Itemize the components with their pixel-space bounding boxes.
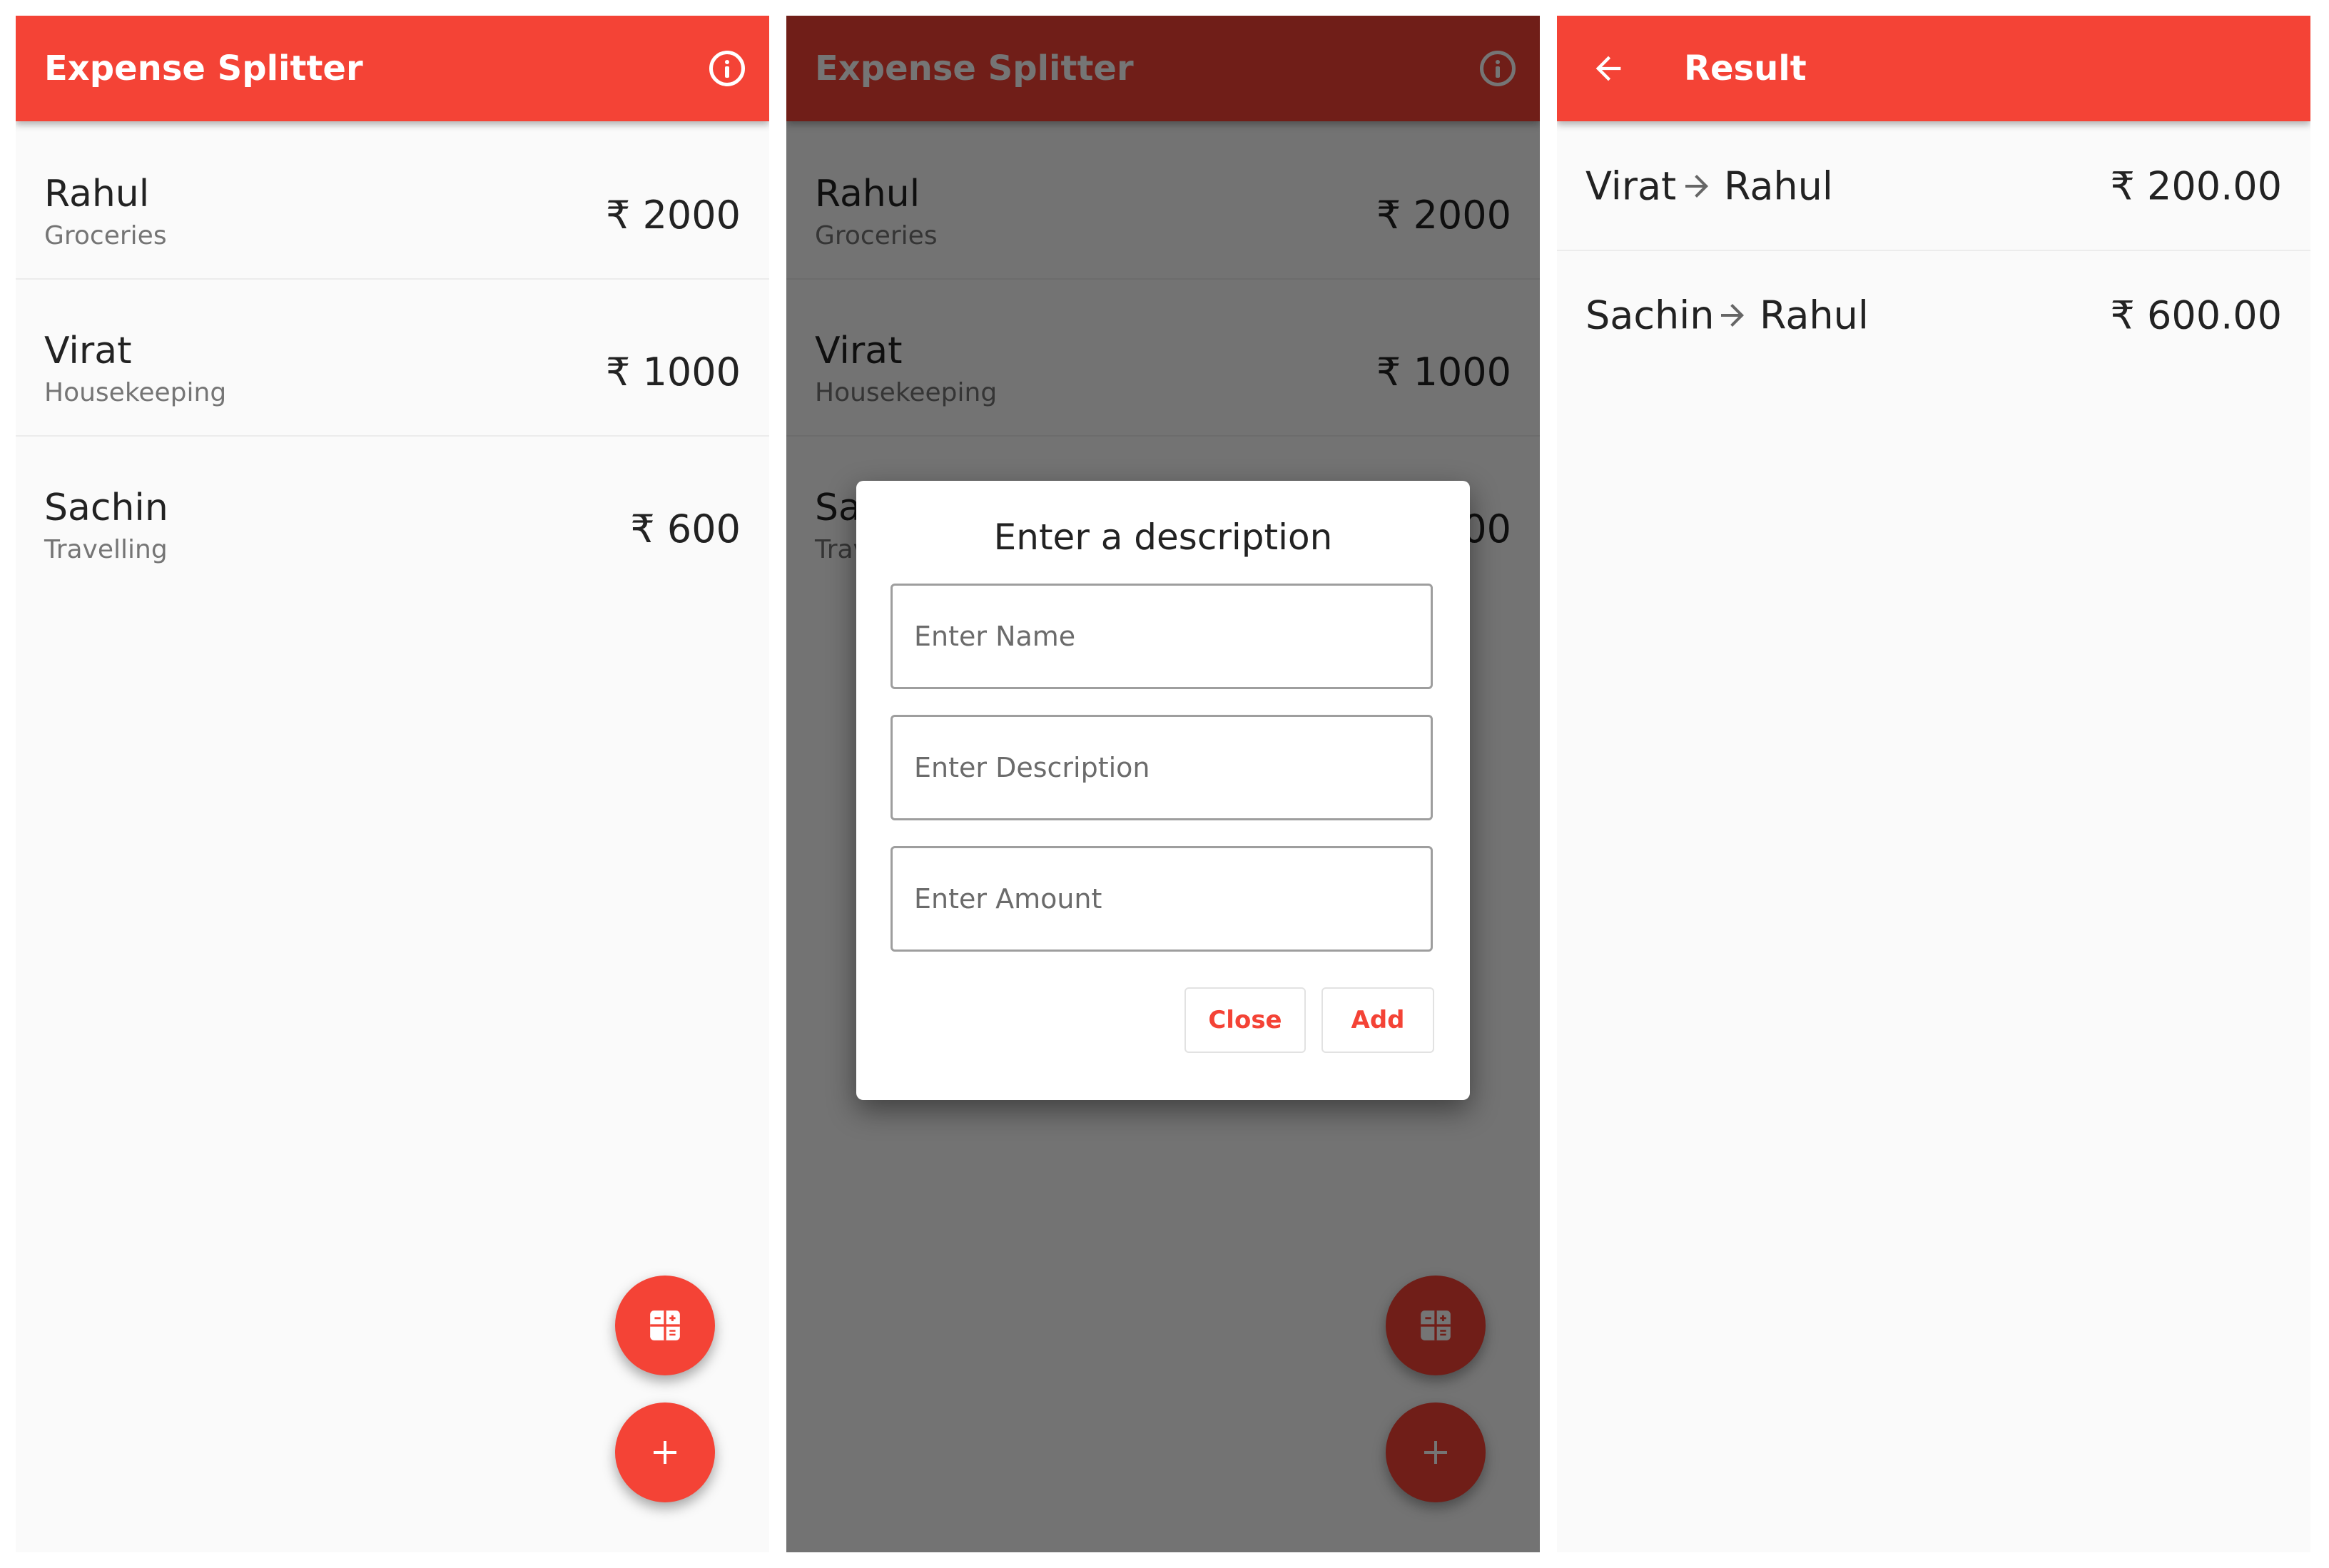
expense-name: Rahul — [44, 173, 150, 215]
payee-name: Rahul — [1760, 292, 1869, 338]
payer-name: Sachin — [1585, 292, 1715, 338]
expense-amount: ₹ 600 — [630, 506, 741, 551]
settlement-amount: ₹ 600.00 — [2110, 292, 2282, 338]
app-title: Expense Splitter — [44, 49, 363, 88]
result-title: Result — [1684, 49, 1807, 88]
arrow-right-icon — [1721, 304, 1744, 327]
settlement-amount: ₹ 200.00 — [2110, 163, 2282, 209]
calculator-icon — [650, 1310, 680, 1340]
add-button[interactable]: Add — [1321, 987, 1434, 1053]
result-screen: Result Virat Rahul ₹ 200.00 Sachin Rahul… — [1557, 16, 2310, 1552]
settlement-row: Virat Rahul ₹ 200.00 — [1557, 123, 2310, 251]
add-expense-dialog: Enter a description Close Add — [856, 481, 1470, 1100]
settlement-list: Virat Rahul ₹ 200.00 Sachin Rahul ₹ 600.… — [1557, 123, 2310, 380]
expense-item[interactable]: Rahul Groceries ₹ 2000 — [16, 123, 769, 280]
expense-amount: ₹ 2000 — [606, 193, 741, 238]
add-expense-dialog-screen: Expense Splitter Rahul Groceries ₹ 2000 … — [786, 16, 1540, 1552]
info-icon[interactable] — [709, 51, 745, 86]
expense-item[interactable]: Sachin Travelling ₹ 600 — [16, 437, 769, 594]
app-bar: Result — [1557, 16, 2310, 121]
payer-name: Virat — [1585, 163, 1677, 209]
expense-list: Rahul Groceries ₹ 2000 Virat Housekeepin… — [16, 123, 769, 594]
expense-name: Virat — [44, 330, 132, 372]
expense-list-screen: Expense Splitter Rahul Groceries ₹ 2000 … — [16, 16, 769, 1552]
expense-amount: ₹ 1000 — [606, 350, 741, 394]
expense-description: Travelling — [44, 535, 168, 564]
arrow-back-icon[interactable] — [1590, 50, 1627, 87]
dialog-title: Enter a description — [993, 516, 1333, 558]
name-input[interactable] — [890, 584, 1433, 689]
add-expense-fab-button[interactable] — [615, 1402, 715, 1502]
expense-name: Sachin — [44, 487, 168, 529]
expense-item[interactable]: Virat Housekeeping ₹ 1000 — [16, 280, 769, 437]
payee-name: Rahul — [1724, 163, 1833, 209]
arrow-right-icon — [1685, 175, 1708, 198]
amount-input[interactable] — [890, 846, 1433, 952]
settlement-row: Sachin Rahul ₹ 600.00 — [1557, 251, 2310, 380]
expense-description: Groceries — [44, 221, 167, 250]
plus-icon — [654, 1441, 676, 1464]
description-input[interactable] — [890, 715, 1433, 820]
app-bar: Expense Splitter — [16, 16, 769, 121]
close-button[interactable]: Close — [1184, 987, 1306, 1053]
calculate-fab-button[interactable] — [615, 1276, 715, 1375]
expense-description: Housekeeping — [44, 378, 227, 407]
